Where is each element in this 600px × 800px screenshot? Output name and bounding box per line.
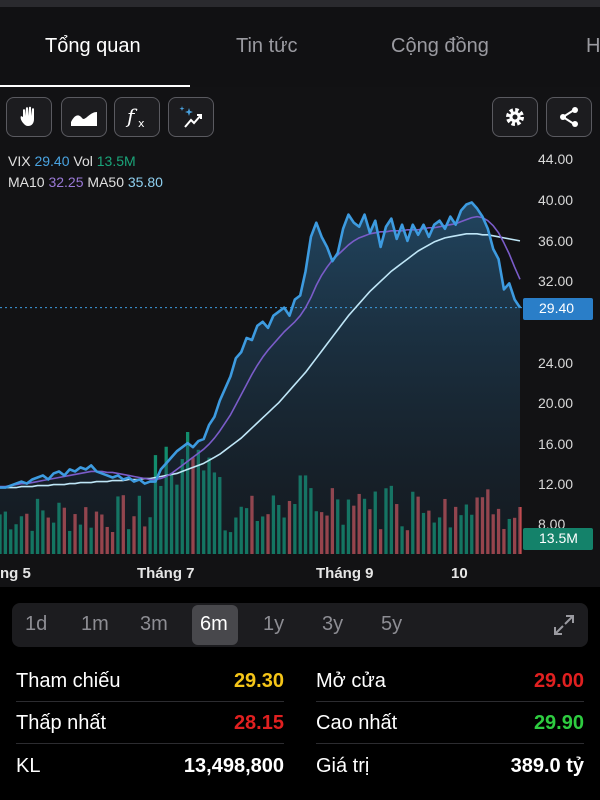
x-tick: 10 [451,565,468,582]
stat-tham-chieu-value: 29.30 [233,670,284,692]
x-tick: Tháng 7 [137,565,195,582]
stat-cao-nhat-label: Cao nhất [316,712,398,734]
range-1d-button[interactable]: 1d [25,613,47,636]
stat-gia-tri-label: Giá trị [316,755,370,777]
stat-kl-value: 13,498,800 [183,755,284,777]
range-1y-button[interactable]: 1y [263,613,284,636]
row-divider [16,701,284,702]
stat-thap-nhat-label: Thấp nhất [16,712,107,734]
stat-cao-nhat-value: 29.90 [533,712,584,734]
y-tick: 20.00 [538,395,574,411]
range-1m-button[interactable]: 1m [81,613,109,636]
stat-mo-cua-label: Mở cửa [316,670,386,692]
stat-tham-chieu-label: Tham chiếu [16,670,121,692]
y-tick: 44.00 [538,151,574,167]
y-tick: 40.00 [538,192,574,208]
row-divider [16,743,284,744]
stat-kl-label: KL [16,755,41,777]
y-tick: 12.00 [538,476,574,492]
y-tick: 36.00 [538,233,574,249]
stat-mo-cua-value: 29.00 [533,670,584,692]
row-divider [316,701,584,702]
expand-icon[interactable] [552,613,576,637]
row-divider [316,743,584,744]
price-chart[interactable] [0,0,600,560]
stat-thap-nhat-value: 28.15 [233,712,284,734]
last-volume-tag: 13.5M [523,528,593,550]
range-3y-button[interactable]: 3y [322,613,343,636]
last-price-tag: 29.40 [523,298,593,320]
range-3m-button[interactable]: 3m [140,613,168,636]
price-area [0,202,520,554]
range-5y-button[interactable]: 5y [381,613,402,636]
y-tick: 16.00 [538,436,574,452]
x-tick: Tháng 9 [316,565,374,582]
y-tick: 32.00 [538,273,574,289]
stat-gia-tri-value: 389.0 tỷ [510,755,584,777]
x-tick: ng 5 [0,565,31,582]
range-6m-button[interactable]: 6m [200,613,228,636]
y-tick: 24.00 [538,355,574,371]
